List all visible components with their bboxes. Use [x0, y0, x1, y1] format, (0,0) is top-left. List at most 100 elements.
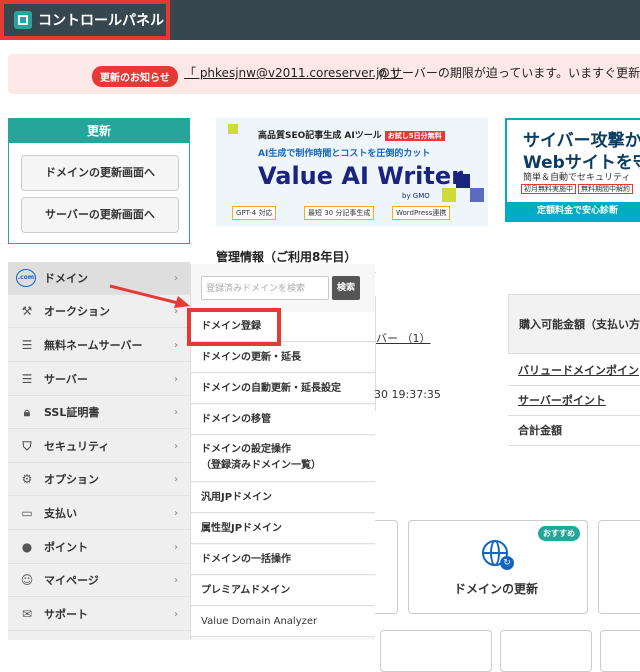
- update-box-title: 更新: [9, 119, 189, 143]
- domain-update-button[interactable]: ドメインの更新画面へ: [21, 155, 179, 191]
- shield-icon: ⛉: [22, 439, 32, 453]
- security-tag: 初月無料実施中: [521, 184, 576, 194]
- menu-item-analyzer[interactable]: Value Domain Analyzer: [191, 607, 375, 637]
- menu-item-premium-domain[interactable]: プレミアムドメイン: [191, 576, 375, 606]
- decor-square: [228, 124, 238, 134]
- menu-item-bulk-operation[interactable]: ドメインの一括操作: [191, 545, 375, 575]
- gear-icon: ⚙: [21, 472, 33, 486]
- sidebar-item-payment[interactable]: ▭ 支払い ›: [8, 497, 190, 530]
- sidebar-item-ssl[interactable]: 🔒︎ SSL証明書 ›: [8, 396, 190, 429]
- ad-pill: 最短 30 分記事生成: [304, 206, 375, 220]
- server-count-link[interactable]: バー （1）: [376, 330, 431, 346]
- recommend-badge: おすすめ: [538, 526, 580, 541]
- ai-writer-logo: Value AI Writer: [258, 162, 463, 190]
- chevron-right-icon: ›: [174, 508, 179, 519]
- ad-pill: GPT-4 対応: [232, 206, 277, 220]
- service-card[interactable]: [600, 630, 640, 672]
- notice-server-link[interactable]: 「 phkesjnw@v2011.coreserver.jp 」: [184, 64, 403, 81]
- chevron-right-icon: ›: [174, 340, 179, 351]
- sidebar-item-support[interactable]: ✉ サポート ›: [8, 598, 190, 631]
- chevron-right-icon: ›: [174, 407, 179, 418]
- sidebar-item-label: ポイント: [44, 541, 88, 554]
- sidebar-item-label: サポート: [44, 608, 88, 621]
- notice-message: のサーバーの期限が迫っています。いますぐ更新し: [378, 66, 640, 80]
- refresh-icon: ↻: [500, 556, 514, 570]
- vd-point-link[interactable]: バリュードメインポイン: [508, 356, 640, 386]
- last-login-datetime: 30 19:37:35: [374, 388, 441, 401]
- mail-icon: ✉: [21, 607, 33, 621]
- gmo-logo: by GMO: [402, 192, 430, 200]
- update-box: 更新 ドメインの更新画面へ サーバーの更新画面へ: [8, 118, 190, 244]
- domain-search-button[interactable]: 検索: [332, 276, 360, 300]
- ad-tag: お試し5日分無料: [384, 131, 445, 141]
- sidebar-item-label: セキュリティ: [44, 440, 110, 453]
- red-arrow-icon: [109, 284, 190, 308]
- security-tag: 無料期間中解約: [578, 184, 633, 194]
- sidebar-item-label: オプション: [44, 473, 99, 486]
- sidebar-item-label: マイページ: [44, 574, 99, 587]
- decor-square: [470, 188, 484, 202]
- domain-renew-label: ドメインの更新: [454, 582, 539, 596]
- sidebar-item-label: サーバー: [44, 373, 88, 386]
- chevron-right-icon: ›: [174, 474, 179, 485]
- menu-item-domain-renew[interactable]: ドメインの更新・延長: [191, 343, 375, 373]
- purchasable-amount: 購入可能金額（支払い方: [508, 294, 640, 354]
- ad-line1: 高品質SEO記事生成 AIツール お試し5日分無料: [258, 128, 445, 141]
- ad-line2: AI生成で制作時間とコストを圧倒的カット: [258, 149, 431, 159]
- service-card[interactable]: [380, 630, 492, 672]
- panel-logo-icon: [14, 11, 32, 29]
- decor-square: [442, 188, 456, 202]
- server-point-link[interactable]: サーバーポイント: [508, 386, 640, 416]
- piggy-icon: ●: [21, 540, 33, 554]
- chevron-right-icon: ›: [174, 609, 179, 620]
- menu-item-attribute-jp[interactable]: 属性型JPドメイン: [191, 514, 375, 544]
- chevron-right-icon: ›: [174, 374, 179, 385]
- balance-table: 購入可能金額（支払い方 バリュードメインポイン サーバーポイント 合計金額: [508, 294, 640, 446]
- service-card[interactable]: [500, 630, 592, 672]
- chevron-right-icon: ›: [174, 575, 179, 586]
- sidebar-item-point[interactable]: ● ポイント ›: [8, 531, 190, 564]
- ad-line1-text: 高品質SEO記事生成 AIツール: [258, 131, 382, 141]
- control-panel-logo[interactable]: コントロールパネル: [0, 0, 170, 40]
- sidebar-item-mypage[interactable]: ☺ マイページ ›: [8, 564, 190, 597]
- security-tags: 初月無料実施中 無料期間中解約: [521, 184, 635, 194]
- card-icon: ▭: [21, 506, 33, 520]
- highlight-box: [187, 308, 281, 346]
- notice-badge: 更新のお知らせ: [92, 66, 178, 87]
- menu-item-general-jp[interactable]: 汎用JPドメイン: [191, 483, 375, 513]
- com-icon: .com: [16, 269, 36, 287]
- total-amount: 合計金額: [508, 416, 640, 446]
- server-stack-icon: ☰: [21, 372, 33, 386]
- management-title: 管理情報（ご利用8年目）: [216, 250, 357, 264]
- logo-text: コントロールパネル: [38, 13, 164, 29]
- sidebar-item-server[interactable]: ☰ サーバー ›: [8, 363, 190, 396]
- menu-item-label: ドメインの設定操作: [201, 444, 291, 455]
- sidebar-item-label: 無料ネームサーバー: [44, 339, 143, 352]
- menu-item-auto-renew[interactable]: ドメインの自動更新・延長設定: [191, 374, 375, 404]
- service-card[interactable]: [598, 520, 640, 614]
- sidebar-item-label: SSL証明書: [44, 406, 100, 419]
- server-icon: ☰: [21, 338, 33, 352]
- server-update-button[interactable]: サーバーの更新画面へ: [21, 197, 179, 233]
- sidebar-item-label: ドメイン: [44, 272, 88, 285]
- sidebar-item-label: 支払い: [44, 507, 77, 520]
- user-icon: ☺: [20, 573, 34, 587]
- sidebar-item-free-nameserver[interactable]: ☰ 無料ネームサーバー ›: [8, 329, 190, 362]
- hammer-icon: ⚒: [21, 304, 33, 318]
- menu-item-domain-settings[interactable]: ドメインの設定操作 （登録済みドメイン一覧）: [191, 436, 375, 482]
- ai-writer-banner[interactable]: 高品質SEO記事生成 AIツール お試し5日分無料 AI生成で制作時間とコストを圧…: [216, 118, 488, 226]
- domain-search-input[interactable]: 登録済みドメインを検索: [201, 276, 329, 300]
- sidebar-item-option[interactable]: ⚙ オプション ›: [8, 463, 190, 496]
- sidebar-item-label: オークション: [44, 305, 110, 318]
- security-line3: 簡単＆自動でセキュリティ: [523, 173, 631, 183]
- menu-item-sub-label: （登録済みドメイン一覧）: [201, 460, 321, 471]
- security-footer: 定額料金で安心診断: [507, 202, 640, 220]
- chevron-right-icon: ›: [174, 441, 179, 452]
- sidebar-item-security[interactable]: ⛉ セキュリティ ›: [8, 430, 190, 463]
- top-header: コントロールパネル: [0, 0, 640, 40]
- menu-item-transfer[interactable]: ドメインの移管: [191, 405, 375, 435]
- ad-pill: WordPress連携: [392, 206, 451, 220]
- lock-icon: 🔒︎: [23, 405, 31, 419]
- sidebar: .com ドメイン › ⚒ オークション › ☰ 無料ネームサーバー › ☰ サ…: [8, 262, 190, 640]
- security-banner[interactable]: サイバー攻撃か Webサイトを守 簡単＆自動でセキュリティ 初月無料実施中 無料期…: [505, 118, 640, 222]
